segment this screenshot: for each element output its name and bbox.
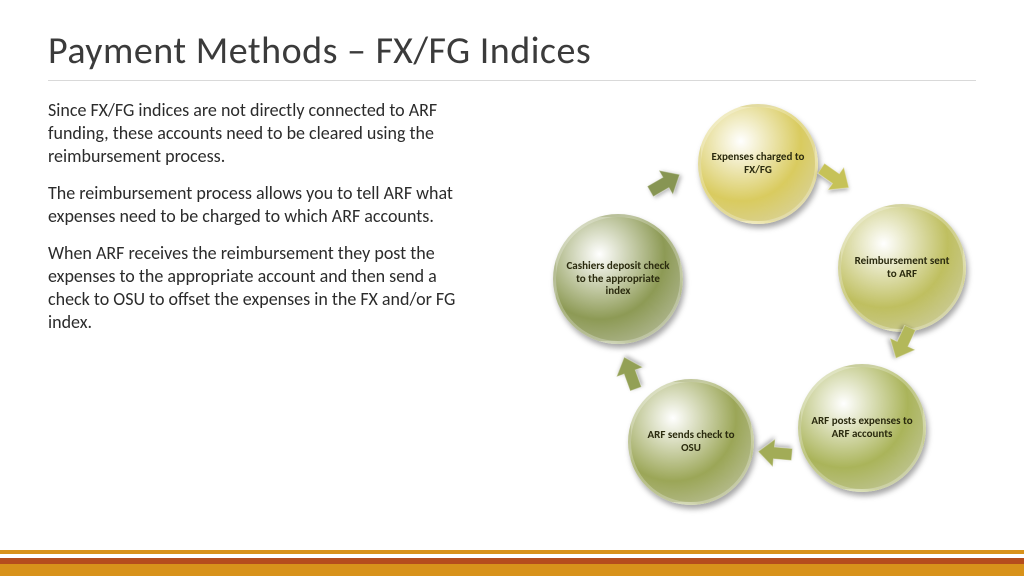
- paragraph-2: The reimbursement process allows you to …: [48, 182, 478, 228]
- cycle-node-3: ARF sends check to OSU: [628, 379, 754, 505]
- paragraph-1: Since FX/FG indices are not directly con…: [48, 99, 478, 168]
- slide-title: Payment Methods – FX/FG Indices: [48, 28, 976, 81]
- cycle-node-2: ARF posts expenses to ARF accounts: [798, 364, 926, 492]
- cycle-node-4: Cashiers deposit check to the appropriat…: [553, 214, 683, 344]
- cycle-node-1: Reimbursement sent to ARF: [838, 204, 966, 332]
- paragraph-3: When ARF receives the reimbursement they…: [48, 242, 478, 334]
- cycle-arrow-3: [611, 352, 649, 394]
- cycle-arrow-4: [643, 162, 686, 203]
- cycle-arrow-2: [757, 438, 793, 469]
- footer-band: [0, 558, 1024, 576]
- body-text: Since FX/FG indices are not directly con…: [48, 99, 478, 519]
- cycle-arrow-0: [813, 157, 857, 199]
- cycle-diagram: Expenses charged to FX/FGReimbursement s…: [498, 99, 976, 519]
- cycle-node-0: Expenses charged to FX/FG: [698, 104, 818, 224]
